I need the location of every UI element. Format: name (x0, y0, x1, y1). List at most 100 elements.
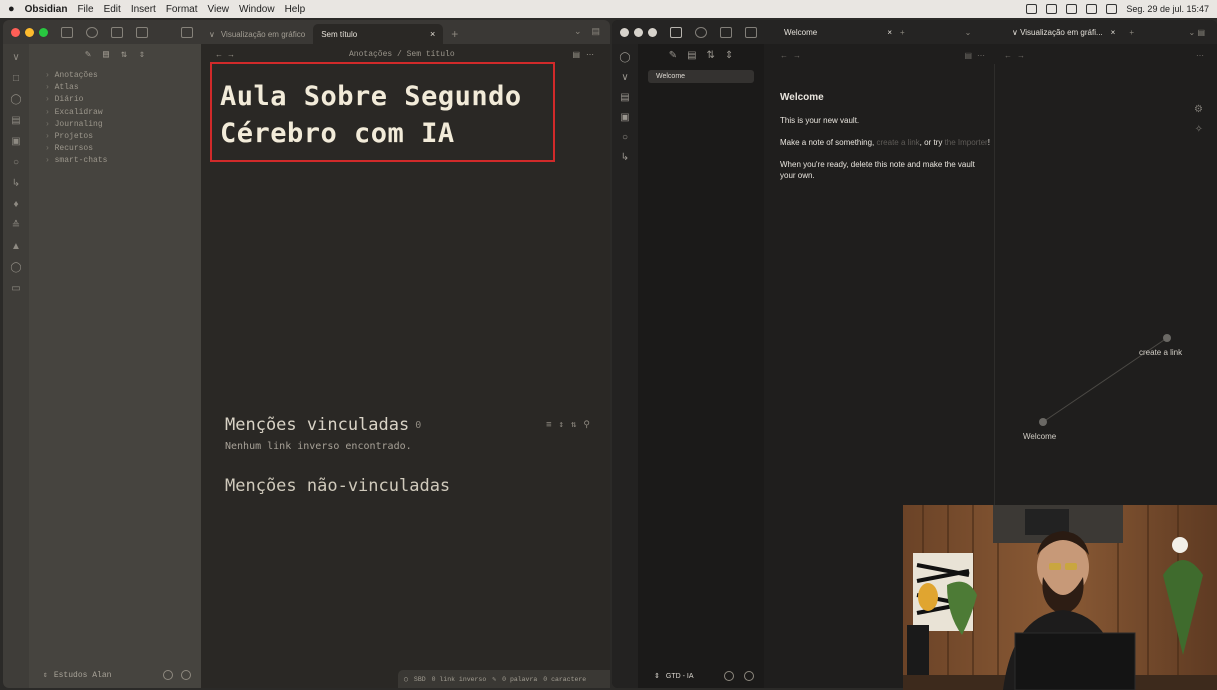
zoom-window-button[interactable] (648, 27, 657, 37)
sidebar-toggle-icon[interactable]: ⌄ ▤ (1189, 28, 1205, 37)
nav-arrows[interactable]: ←→ (780, 51, 806, 60)
folder-item[interactable]: Diário (45, 94, 201, 106)
breadcrumb[interactable]: Anotações / Sem título (349, 50, 455, 59)
tab-untitled[interactable]: Sem título × (313, 24, 444, 44)
minimize-window-button[interactable] (25, 27, 34, 37)
app-menu[interactable]: Obsidian (25, 4, 68, 15)
status-icon[interactable] (1046, 4, 1058, 14)
tab-welcome[interactable]: Welcome × (772, 28, 892, 37)
sync-icon[interactable]: ◯ (404, 675, 408, 683)
nav-arrows[interactable]: ←→ (201, 50, 239, 59)
nav-arrows[interactable]: ←→ (1004, 51, 1030, 60)
terminal-icon[interactable]: ↳ (12, 178, 20, 189)
sort-icon[interactable]: ⇅ (121, 49, 127, 61)
help-icon[interactable] (163, 670, 173, 680)
new-note-icon[interactable]: ✎ (669, 50, 677, 61)
status-icon[interactable] (1066, 4, 1078, 14)
settings-icon[interactable] (181, 670, 191, 680)
unlinked-mentions-header[interactable]: Menções não-vinculadas (225, 476, 597, 496)
collapse-icon[interactable]: ⇕ (725, 50, 733, 61)
close-window-button[interactable] (620, 27, 629, 37)
status-backlinks[interactable]: 0 link inverso (432, 676, 487, 683)
status-icon[interactable] (1026, 4, 1038, 14)
menu-file[interactable]: File (77, 4, 93, 15)
new-tab-button[interactable]: + (443, 24, 466, 44)
folder-item[interactable]: Excalidraw (45, 107, 201, 119)
linked-mentions-header[interactable]: Menções vinculadas 0 ≡↕⇅⚲ (225, 415, 597, 435)
help-icon[interactable] (724, 671, 734, 681)
close-tab-icon[interactable]: × (1111, 28, 1116, 37)
canvas-icon[interactable]: □ (13, 73, 19, 84)
sidebar-toggle-icon[interactable] (745, 26, 757, 38)
search-icon[interactable] (86, 26, 98, 38)
translate-icon[interactable]: ≙ (12, 220, 20, 231)
importer-link[interactable]: the Importer (945, 138, 988, 147)
new-note-icon[interactable]: ✎ (85, 49, 91, 61)
collapse-icon[interactable]: ⇕ (139, 49, 145, 61)
command-icon[interactable]: ○ (13, 157, 19, 168)
file-item-welcome[interactable]: Welcome (648, 70, 754, 83)
canvas-icon[interactable]: ○ (622, 132, 628, 143)
close-window-button[interactable] (11, 27, 20, 37)
mentions-tools[interactable]: ≡↕⇅⚲ (546, 420, 597, 430)
plugin-icon[interactable]: ♦ (13, 199, 18, 210)
menu-help[interactable]: Help (285, 4, 306, 15)
new-folder-icon[interactable]: ▤ (687, 50, 696, 61)
vault-switcher[interactable]: ⇕ GTD - IA (638, 664, 764, 688)
wifi-icon[interactable] (1086, 4, 1098, 14)
sidebar-toggle-icon[interactable]: ▤ (591, 26, 600, 37)
graph-icon[interactable]: ∨ (621, 72, 628, 83)
new-tab-button[interactable]: + (892, 28, 905, 37)
sidebar-toggle-icon[interactable] (181, 26, 193, 38)
folder-icon[interactable] (61, 26, 73, 38)
folder-item[interactable]: Atlas (45, 82, 201, 94)
graph-node[interactable] (1163, 334, 1171, 342)
folder-item[interactable]: Recursos (45, 143, 201, 155)
close-tab-icon[interactable]: × (430, 29, 435, 39)
menu-edit[interactable]: Edit (104, 4, 121, 15)
menu-insert[interactable]: Insert (131, 4, 156, 15)
chevron-down-icon[interactable]: ⌄ (574, 26, 582, 37)
graph-icon[interactable]: ∨ (12, 52, 19, 63)
folder-item[interactable]: Projetos (45, 131, 201, 143)
chevron-down-icon[interactable]: ⌄ (905, 28, 972, 37)
minimize-window-button[interactable] (634, 27, 643, 37)
edit-icon[interactable]: ✎ (492, 675, 496, 683)
folder-icon[interactable] (670, 26, 682, 38)
note-actions[interactable]: ▤⋯ (964, 51, 990, 60)
note-title-line-1[interactable]: Aula Sobre Segundo (220, 78, 547, 115)
tab-graph-view[interactable]: ∨ Visualização em gráfico (201, 24, 313, 44)
search-icon[interactable] (695, 26, 707, 38)
graph-node[interactable] (1039, 418, 1047, 426)
excalidraw-icon[interactable]: ▲ (11, 241, 21, 252)
sync-icon[interactable]: ◯ (10, 262, 21, 273)
menu-format[interactable]: Format (166, 4, 198, 15)
settings-icon[interactable] (744, 671, 754, 681)
note-actions[interactable]: ▤⋯ (572, 50, 610, 59)
menu-window[interactable]: Window (239, 4, 275, 15)
create-link[interactable]: create a link (877, 138, 920, 147)
sort-icon[interactable]: ⇅ (707, 50, 715, 61)
vault-switcher[interactable]: ⇕ Estudos Alan (29, 662, 201, 688)
zoom-window-button[interactable] (39, 27, 48, 37)
menubar-clock[interactable]: Seg. 29 de jul. 15:47 (1126, 4, 1209, 14)
menu-view[interactable]: View (208, 4, 230, 15)
folder-item[interactable]: Journaling (45, 119, 201, 131)
daily-note-icon[interactable]: ◯ (10, 94, 21, 105)
chat-icon[interactable]: ▭ (11, 283, 20, 294)
note-title-line-2[interactable]: Cérebro com IA (220, 115, 547, 152)
folder-item[interactable]: Anotações (45, 70, 201, 82)
bookmark-icon[interactable] (720, 26, 732, 38)
folder-item[interactable]: smart-chats (45, 155, 201, 167)
calendar-icon[interactable]: ▤ (11, 115, 20, 126)
template-icon[interactable]: ▣ (11, 136, 20, 147)
bookmark-icon[interactable] (111, 26, 123, 38)
graph-more-icon[interactable]: ⋯ (1196, 51, 1209, 60)
terminal-icon[interactable]: ↳ (621, 152, 629, 163)
new-tab-button[interactable]: + (1129, 28, 1134, 37)
apple-menu-icon[interactable]: ● (8, 3, 15, 15)
search-icon[interactable] (1106, 4, 1118, 14)
tab-graph-view[interactable]: Visualização em gráfi... (1020, 28, 1103, 37)
template-icon[interactable]: ▣ (620, 112, 629, 123)
open-icon[interactable]: ◯ (619, 52, 630, 63)
